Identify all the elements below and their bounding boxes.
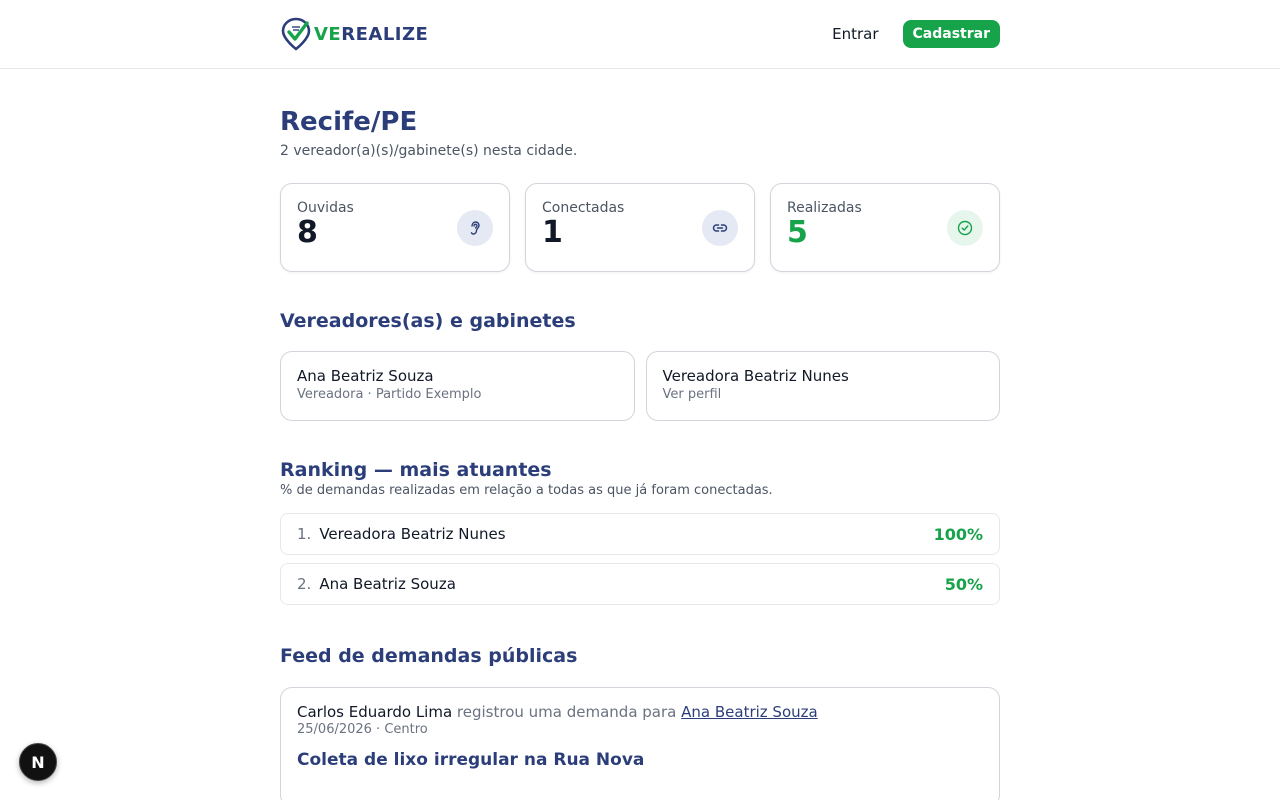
ranking-section: Ranking — mais atuantes % de demandas re… [280,459,1000,605]
feed-item: Carlos Eduardo Lima registrou uma demand… [280,687,1000,800]
header-nav: Entrar Cadastrar [832,20,1000,48]
feed-meta: 25/06/2026 · Centro [297,722,428,737]
ranking-title: Ranking — mais atuantes [280,459,552,481]
ranking-position: 2. [297,575,312,593]
ranking-percent: 50% [944,574,983,594]
feed-section: Feed de demandas públicas Carlos Eduardo… [280,645,1000,800]
logo-rest: REALIZE [341,23,429,45]
ranking-list: 1. Vereadora Beatriz Nunes 100% 2. Ana B… [280,513,1000,605]
council-section-title: Vereadores(as) e gabinetes [280,310,576,332]
ear-icon [457,210,493,246]
council-meta: Vereadora · Partido Exemplo [297,387,482,402]
ranking-row[interactable]: 2. Ana Beatriz Souza 50% [280,563,1000,605]
page-subtitle: 2 vereador(a)(s)/gabinete(s) nesta cidad… [280,143,578,159]
ranking-row-left: 2. Ana Beatriz Souza [297,575,456,593]
council-name: Ana Beatriz Souza [297,367,434,385]
fab-label: N [31,752,45,772]
link-icon [702,210,738,246]
signup-button[interactable]: Cadastrar [902,20,1000,48]
logo-pin-check-icon [281,17,311,51]
council-section: Vereadores(as) e gabinetes Ana Beatriz S… [280,310,1000,421]
brand-logo[interactable]: VEREALIZE [280,17,428,51]
stat-card-ouvidas: Ouvidas 8 [280,183,510,272]
nextjs-devtools-button[interactable]: N [19,743,57,781]
ranking-percent: 100% [933,524,983,544]
feed-item-header: Carlos Eduardo Lima registrou uma demand… [297,703,983,721]
ranking-name: Ana Beatriz Souza [319,575,456,593]
logo-prefix: VE [314,23,342,45]
top-navbar: VEREALIZE Entrar Cadastrar [0,0,1280,69]
council-name: Vereadora Beatriz Nunes [662,367,849,385]
main-content: Recife/PE 2 vereador(a)(s)/gabinete(s) n… [280,107,1000,800]
feed-target-link[interactable]: Ana Beatriz Souza [681,703,818,721]
feed-action: registrou uma demanda para [452,703,682,721]
feed-item-title[interactable]: Coleta de lixo irregular na Rua Nova [297,750,983,770]
stats-row: Ouvidas 8 Conectadas 1 Realizadas 5 [280,183,1000,272]
ranking-position: 1. [297,525,312,543]
council-meta: Ver perfil [662,387,722,402]
login-link[interactable]: Entrar [832,25,878,43]
ranking-subtitle: % de demandas realizadas em relação a to… [280,483,773,498]
council-grid: Ana Beatriz Souza Vereadora · Partido Ex… [280,351,1000,421]
ranking-row[interactable]: 1. Vereadora Beatriz Nunes 100% [280,513,1000,555]
check-circle-icon [947,210,983,246]
feed-title: Feed de demandas públicas [280,645,578,667]
ranking-name: Vereadora Beatriz Nunes [319,525,506,543]
stat-card-realizadas: Realizadas 5 [770,183,1000,272]
ranking-row-left: 1. Vereadora Beatriz Nunes [297,525,506,543]
feed-author: Carlos Eduardo Lima [297,703,453,721]
navbar-inner: VEREALIZE Entrar Cadastrar [280,0,1000,68]
council-card[interactable]: Ana Beatriz Souza Vereadora · Partido Ex… [280,351,635,421]
page-title: Recife/PE [280,107,418,137]
stat-card-conectadas: Conectadas 1 [525,183,755,272]
council-card[interactable]: Vereadora Beatriz Nunes Ver perfil [645,351,1000,421]
logo-wordmark: VEREALIZE [314,24,428,45]
